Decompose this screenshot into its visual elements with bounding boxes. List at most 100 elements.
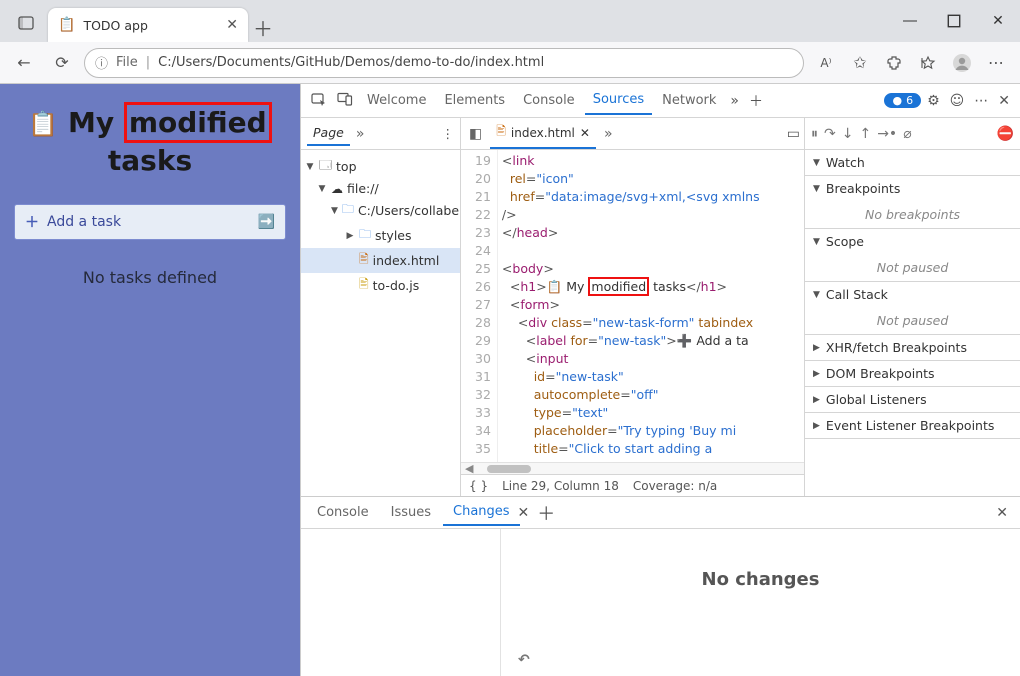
line-gutter: 1920212223242526272829303132333435363738…	[461, 150, 498, 462]
debugger-section-scope[interactable]: ▼ScopeNot paused	[805, 229, 1020, 282]
issues-badge[interactable]: ● 6	[884, 93, 921, 108]
editor-horizontal-scrollbar[interactable]: ◀	[461, 462, 804, 474]
debugger-section-watch[interactable]: ▼Watch	[805, 150, 1020, 176]
status-cursor: Line 29, Column 18	[502, 479, 619, 493]
revert-icon[interactable]: ↶	[518, 652, 530, 668]
drawer-tab-close-icon[interactable]: ✕	[518, 505, 530, 521]
extensions-icon[interactable]	[878, 47, 910, 79]
debug-step-over-icon[interactable]: ↷	[824, 126, 836, 142]
browser-tab[interactable]: 📋 TODO app ✕	[48, 8, 248, 42]
file-html-icon: 🖹	[496, 122, 506, 143]
disclosure-icon[interactable]: ▶	[813, 369, 820, 379]
read-aloud-icon[interactable]: A⁾	[810, 47, 842, 79]
new-panel-icon[interactable]: ＋	[745, 87, 767, 115]
add-task-label: Add a task	[47, 214, 121, 230]
disclosure-icon[interactable]: ▼	[813, 237, 820, 247]
editor-status-bar: { } Line 29, Column 18 Coverage: n/a	[461, 474, 804, 496]
tab-actions-icon[interactable]	[10, 7, 42, 39]
debugger-section-dom-breakpoints[interactable]: ▶DOM Breakpoints	[805, 361, 1020, 387]
drawer-tab-changes[interactable]: Changes	[443, 499, 520, 526]
disclosure-icon[interactable]: ▼	[813, 158, 820, 168]
disclosure-icon[interactable]: ▶	[813, 343, 820, 353]
browser-menu-button[interactable]: ⋯	[980, 47, 1012, 79]
tree-row-styles[interactable]: ▶🗀styles	[301, 223, 460, 248]
section-body: Not paused	[805, 254, 1020, 281]
more-tabs-icon[interactable]: »	[726, 89, 743, 113]
section-body: Not paused	[805, 307, 1020, 334]
devtools-tab-sources[interactable]: Sources	[585, 86, 652, 115]
favorite-icon[interactable]: ✩	[844, 47, 876, 79]
clipboard-icon: 📋	[28, 110, 58, 138]
disclosure-icon[interactable]: ▼	[813, 184, 820, 194]
url-input[interactable]: ⓘ File | C:/Users/Documents/GitHub/Demos…	[84, 48, 804, 78]
window-minimize-button[interactable]: ―	[888, 0, 932, 42]
inspect-element-icon[interactable]	[307, 87, 331, 115]
tree-row-folder1[interactable]: ▼🗀C:/Users/collabera	[301, 198, 460, 223]
settings-icon[interactable]: ⚙	[923, 89, 944, 113]
nav-refresh-button[interactable]: ⟳	[46, 47, 78, 79]
devtools-menu-icon[interactable]: ⋯	[970, 89, 992, 113]
debug-step-icon[interactable]: →•	[877, 126, 897, 142]
tree-row-todo-js[interactable]: 🖹to-do.js	[301, 273, 460, 298]
sources-navigator: Page » ⋮ ▼🗔top ▼☁︎file:// ▼🗀C:/Users/col…	[301, 118, 461, 496]
code-editor[interactable]: 1920212223242526272829303132333435363738…	[461, 150, 804, 462]
tab-title: TODO app	[83, 18, 147, 33]
empty-state-text: No tasks defined	[14, 268, 286, 287]
new-tab-button[interactable]: ＋	[248, 13, 278, 42]
changes-content: No changes ↶	[501, 529, 1020, 676]
device-toggle-icon[interactable]	[333, 87, 357, 115]
debugger-section-global-listeners[interactable]: ▶Global Listeners	[805, 387, 1020, 413]
tree-row-top[interactable]: ▼🗔top	[301, 154, 460, 179]
site-info-icon[interactable]: ⓘ	[95, 53, 108, 72]
debug-pause-icon[interactable]: ⏸	[811, 126, 818, 142]
devtools-tabs: Welcome Elements Console Sources Network…	[301, 84, 1020, 118]
nav-back-button[interactable]: ←	[8, 47, 40, 79]
drawer-close-icon[interactable]: ✕	[996, 505, 1008, 521]
section-body: No breakpoints	[805, 201, 1020, 228]
drawer-tab-issues[interactable]: Issues	[381, 500, 441, 525]
editor-nav-icon[interactable]: ◧	[465, 126, 486, 142]
debugger-section-call-stack[interactable]: ▼Call StackNot paused	[805, 282, 1020, 335]
debugger-section-breakpoints[interactable]: ▼BreakpointsNo breakpoints	[805, 176, 1020, 229]
editor-file-tab[interactable]: 🖹 index.html ✕	[490, 118, 596, 149]
feedback-icon[interactable]: ☺	[946, 89, 969, 113]
debugger-controls: ⏸ ↷ ↓ ↑ →• ⌀ ⛔	[805, 118, 1020, 150]
code-body[interactable]: <link rel="icon" href="data:image/svg+xm…	[498, 150, 764, 462]
window-maximize-button[interactable]	[932, 0, 976, 42]
debug-pause-exceptions-icon[interactable]: ⛔	[997, 126, 1014, 142]
profile-icon[interactable]	[946, 47, 978, 79]
add-task-input[interactable]: ＋ Add a task ➡️	[14, 204, 286, 240]
editor-tab-close-icon[interactable]: ✕	[580, 126, 590, 140]
scrollbar-thumb[interactable]	[487, 465, 531, 473]
editor-drawer-toggle-icon[interactable]: ▭	[787, 126, 800, 142]
tree-row-scheme[interactable]: ▼☁︎file://	[301, 179, 460, 198]
url-scheme-label: File	[116, 55, 138, 70]
devtools-tab-network[interactable]: Network	[654, 87, 724, 114]
favorites-bar-icon[interactable]	[912, 47, 944, 79]
debug-deactivate-icon[interactable]: ⌀	[903, 126, 911, 142]
drawer-add-tab-icon[interactable]: ＋	[531, 500, 561, 526]
window-close-button[interactable]: ✕	[976, 0, 1020, 42]
devtools-panel: Welcome Elements Console Sources Network…	[300, 84, 1020, 676]
tree-row-index-html[interactable]: 🖹index.html	[301, 248, 460, 273]
disclosure-icon[interactable]: ▶	[813, 395, 820, 405]
disclosure-icon[interactable]: ▼	[813, 290, 820, 300]
devtools-tab-elements[interactable]: Elements	[436, 87, 513, 114]
editor-more-tabs-icon[interactable]: »	[600, 126, 617, 142]
braces-icon[interactable]: { }	[469, 479, 488, 493]
changes-file-list	[301, 529, 501, 676]
debugger-section-xhr-fetch-breakpoints[interactable]: ▶XHR/fetch Breakpoints	[805, 335, 1020, 361]
debug-step-out-icon[interactable]: ↑	[859, 126, 871, 142]
tab-close-icon[interactable]: ✕	[226, 17, 238, 33]
debugger-section-event-listener-breakpoints[interactable]: ▶Event Listener Breakpoints	[805, 413, 1020, 439]
drawer-tab-console[interactable]: Console	[307, 500, 379, 525]
devtools-close-icon[interactable]: ✕	[994, 89, 1014, 113]
submit-arrow-icon[interactable]: ➡️	[258, 214, 275, 230]
page-pane-tab[interactable]: Page	[307, 121, 350, 146]
navigator-menu-icon[interactable]: ⋮	[442, 126, 455, 141]
debug-step-into-icon[interactable]: ↓	[842, 126, 854, 142]
devtools-tab-console[interactable]: Console	[515, 87, 583, 114]
navigator-more-icon[interactable]: »	[356, 126, 365, 142]
devtools-tab-welcome[interactable]: Welcome	[359, 87, 434, 114]
disclosure-icon[interactable]: ▶	[813, 421, 820, 431]
